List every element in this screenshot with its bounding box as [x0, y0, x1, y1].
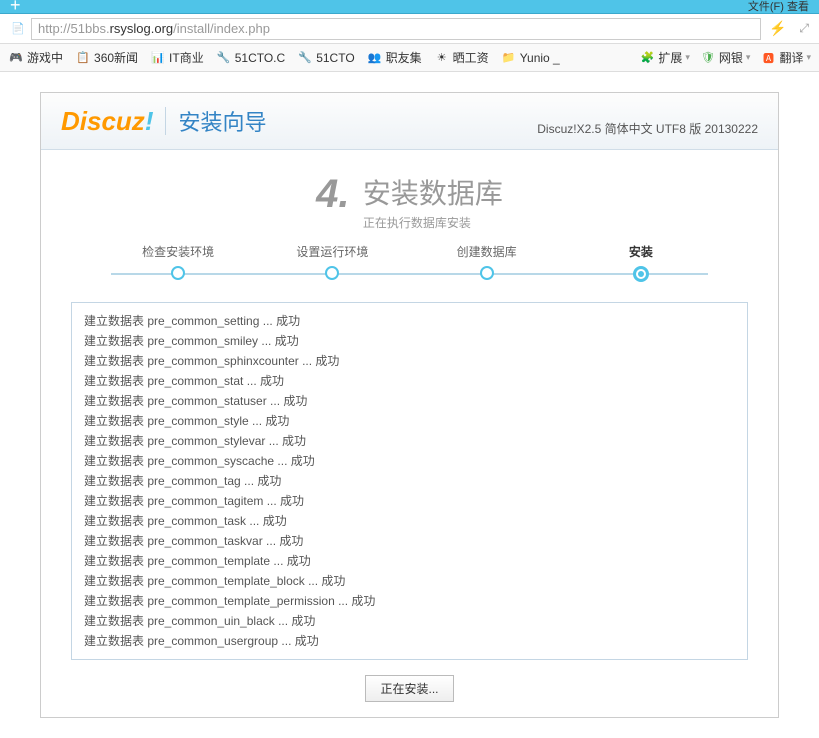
bookmark-icon: 🎮	[8, 50, 24, 66]
bookmark-item[interactable]: 📋360新闻	[75, 49, 138, 66]
log-line: 建立数据表 pre_common_template_block ... 成功	[84, 571, 735, 591]
logo-separator	[165, 107, 166, 135]
installer-panel: Discuz! 安装向导 Discuz!X2.5 简体中文 UTF8 版 201…	[40, 92, 779, 718]
toolbar-icon: 🛡	[700, 50, 716, 66]
progress-label: 创建数据库	[410, 243, 564, 260]
page-icon: 📄	[10, 21, 26, 37]
progress-circle	[171, 266, 185, 280]
bookmark-icon: ☀	[434, 50, 450, 66]
toolbar-icon: 🅰	[760, 50, 776, 66]
bookmark-label: 职友集	[386, 49, 422, 66]
log-line: 建立数据表 pre_common_tagitem ... 成功	[84, 491, 735, 511]
log-line: 建立数据表 pre_common_uin_black ... 成功	[84, 611, 735, 631]
log-line: 建立数据表 pre_common_stat ... 成功	[84, 371, 735, 391]
url-prefix: http://51bbs.	[38, 21, 110, 36]
bookmark-label: IT商业	[169, 49, 204, 66]
log-line: 建立数据表 pre_common_setting ... 成功	[84, 311, 735, 331]
bookmark-label: 游戏中	[27, 49, 63, 66]
log-line: 建立数据表 pre_common_template ... 成功	[84, 551, 735, 571]
bookmark-label: 360新闻	[94, 49, 138, 66]
bookmarks-bar: 🎮游戏中📋360新闻📊IT商业🔧51CTO.C🔧51CTO👥职友集☀晒工资📁Yu…	[0, 44, 819, 72]
installer-header: Discuz! 安装向导 Discuz!X2.5 简体中文 UTF8 版 201…	[41, 93, 778, 150]
log-line: 建立数据表 pre_common_smiley ... 成功	[84, 331, 735, 351]
step-title: 安装数据库	[363, 172, 503, 212]
bookmark-icon: 📊	[150, 50, 166, 66]
bookmark-icon: 📋	[75, 50, 91, 66]
progress-step: 设置运行环境	[255, 243, 409, 282]
toolbar-item[interactable]: 🧩扩展▾	[639, 49, 690, 66]
bookmark-label: 晒工资	[453, 49, 489, 66]
progress-label: 设置运行环境	[255, 243, 409, 260]
bolt-icon[interactable]: ⚡	[769, 20, 786, 37]
dropdown-icon: ▾	[746, 52, 751, 63]
log-line: 建立数据表 pre_common_style ... 成功	[84, 411, 735, 431]
install-log: 建立数据表 pre_common_setting ... 成功建立数据表 pre…	[71, 302, 748, 660]
new-tab-icon[interactable]: +	[10, 0, 21, 12]
toolbar-label: 网银	[719, 49, 743, 66]
dropdown-icon: ▾	[806, 52, 811, 63]
progress-circle	[325, 266, 339, 280]
bookmark-item[interactable]: 🔧51CTO.C	[216, 49, 285, 66]
log-line: 建立数据表 pre_common_sphinxcounter ... 成功	[84, 351, 735, 371]
progress-label: 安装	[564, 243, 718, 260]
bookmark-label: 51CTO	[316, 51, 354, 65]
progress-label: 检查安装环境	[101, 243, 255, 260]
progress-circle	[480, 266, 494, 280]
version-text: Discuz!X2.5 简体中文 UTF8 版 20130222	[537, 120, 758, 137]
bookmark-icon: 📁	[501, 50, 517, 66]
discuz-logo: Discuz!	[61, 106, 153, 137]
log-line: 建立数据表 pre_common_usergroup ... 成功	[84, 631, 735, 651]
bookmark-item[interactable]: 📁Yunio _	[501, 49, 560, 66]
url-input[interactable]: http://51bbs. rsyslog.org /install/index…	[31, 18, 761, 40]
progress-circle	[633, 266, 649, 282]
log-line: 建立数据表 pre_common_template_permission ...…	[84, 591, 735, 611]
content-area: Discuz! 安装向导 Discuz!X2.5 简体中文 UTF8 版 201…	[0, 72, 819, 738]
bookmark-icon: 🔧	[216, 50, 232, 66]
url-domain: rsyslog.org	[110, 21, 174, 36]
bookmark-item[interactable]: 📊IT商业	[150, 49, 204, 66]
wizard-title: 安装向导	[178, 105, 266, 137]
log-line: 建立数据表 pre_common_task ... 成功	[84, 511, 735, 531]
installing-button: 正在安装...	[365, 675, 453, 702]
progress-step: 安装	[564, 243, 718, 282]
address-bar: 📄 http://51bbs. rsyslog.org /install/ind…	[0, 14, 819, 44]
bookmark-item[interactable]: 🎮游戏中	[8, 49, 63, 66]
toolbar-item[interactable]: 🛡网银▾	[700, 49, 751, 66]
menu-text[interactable]: 文件(F) 查看	[748, 0, 809, 14]
step-header: 4. 安装数据库 正在执行数据库安装	[41, 150, 778, 243]
bookmark-item[interactable]: 👥职友集	[367, 49, 422, 66]
step-number: 4.	[316, 172, 349, 217]
expand-icon[interactable]: ⤢	[799, 21, 809, 36]
dropdown-icon: ▾	[685, 52, 690, 63]
bookmark-label: Yunio _	[520, 51, 560, 65]
toolbar-label: 扩展	[658, 49, 682, 66]
bookmark-icon: 🔧	[297, 50, 313, 66]
step-subtitle: 正在执行数据库安装	[363, 214, 503, 231]
bookmark-item[interactable]: ☀晒工资	[434, 49, 489, 66]
log-line: 建立数据表 pre_common_stylevar ... 成功	[84, 431, 735, 451]
bookmark-icon: 👥	[367, 50, 383, 66]
bookmark-label: 51CTO.C	[235, 51, 285, 65]
bookmark-item[interactable]: 🔧51CTO	[297, 49, 354, 66]
log-line: 建立数据表 pre_common_taskvar ... 成功	[84, 531, 735, 551]
progress-steps: 检查安装环境设置运行环境创建数据库安装	[41, 243, 778, 302]
log-line: 建立数据表 pre_common_syscache ... 成功	[84, 451, 735, 471]
url-path: /install/index.php	[173, 21, 270, 36]
log-line: 建立数据表 pre_common_tag ... 成功	[84, 471, 735, 491]
browser-tab-strip: + 文件(F) 查看	[0, 0, 819, 14]
toolbar-icon: 🧩	[639, 50, 655, 66]
toolbar-label: 翻译	[779, 49, 803, 66]
progress-step: 创建数据库	[410, 243, 564, 282]
progress-step: 检查安装环境	[101, 243, 255, 282]
log-line: 建立数据表 pre_common_statuser ... 成功	[84, 391, 735, 411]
toolbar-item[interactable]: 🅰翻译▾	[760, 49, 811, 66]
